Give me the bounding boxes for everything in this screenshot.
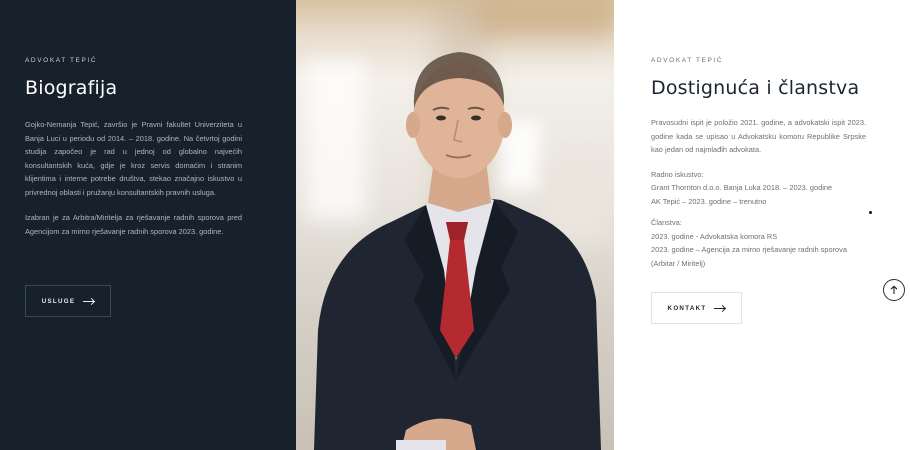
scroll-to-top-button[interactable] bbox=[883, 279, 905, 301]
biography-eyebrow: ADVOKAT TEPIĆ bbox=[25, 57, 98, 64]
achievements-section: ADVOKAT TEPIĆ Dostignuća i članstva Prav… bbox=[614, 0, 910, 450]
membership-item: 2023. godine - Advokatska komora RS bbox=[651, 231, 778, 241]
achievements-title: Dostignuća i članstva bbox=[651, 77, 860, 99]
membership-label: Članstva: bbox=[651, 218, 682, 227]
biography-paragraph-2: Izabran je za Arbitra/Miritelja za rješa… bbox=[25, 213, 242, 236]
achievements-paragraph: Pravosudni ispit je položio 2021. godine… bbox=[651, 118, 866, 154]
achievements-eyebrow: ADVOKAT TEPIĆ bbox=[651, 57, 724, 64]
membership-block: Članstva: 2023. godine - Advokatska komo… bbox=[651, 216, 866, 270]
lawyer-portrait-image bbox=[314, 52, 601, 450]
work-experience-item: AK Tepić – 2023. godine – trenutno bbox=[651, 196, 767, 206]
contact-button[interactable]: KONTAKT bbox=[651, 292, 742, 324]
contact-button-label: KONTAKT bbox=[667, 304, 707, 312]
arrow-right-icon bbox=[714, 307, 726, 309]
cursor-dot bbox=[869, 211, 872, 214]
membership-item: 2023. godine – Agencija za mirno rješava… bbox=[651, 245, 847, 268]
work-experience-label: Radno iskustvo: bbox=[651, 169, 704, 179]
biography-paragraph-1: Gojko-Nemanja Tepić, završio je Pravni f… bbox=[25, 120, 242, 197]
services-button-label: USLUGE bbox=[41, 297, 76, 305]
arrow-right-icon bbox=[83, 300, 95, 302]
portrait-photo bbox=[296, 0, 614, 450]
biography-title: Biografija bbox=[25, 77, 118, 99]
services-button[interactable]: USLUGE bbox=[25, 285, 111, 317]
work-experience-block: Radno iskustvo: Grant Thornton d.o.o. Ba… bbox=[651, 168, 866, 209]
arrow-up-icon bbox=[890, 285, 898, 294]
work-experience-item: Grant Thornton d.o.o. Banja Luka 2018. –… bbox=[651, 183, 833, 192]
biography-section: ADVOKAT TEPIĆ Biografija Gojko-Nemanja T… bbox=[0, 0, 296, 450]
